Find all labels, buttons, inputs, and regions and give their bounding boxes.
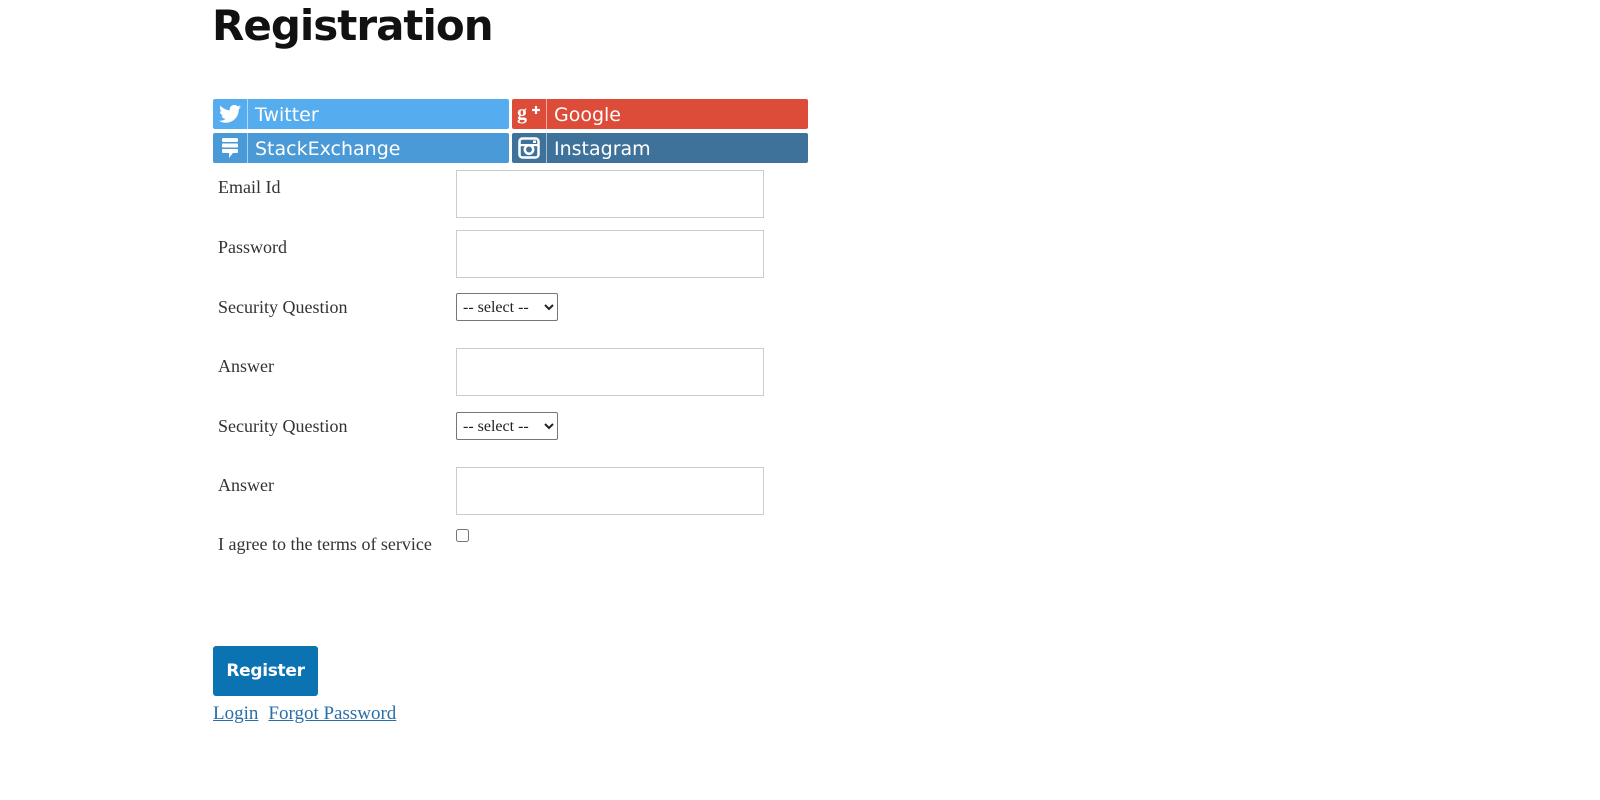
security-question-1-select[interactable]: -- select -- <box>456 293 558 321</box>
email-field[interactable] <box>456 170 764 218</box>
twitter-login-label: Twitter <box>255 104 319 126</box>
google-plus-icon: g <box>512 99 547 129</box>
security-question-2-select[interactable]: -- select -- <box>456 412 558 440</box>
stackexchange-icon <box>213 133 248 163</box>
stackexchange-login-button[interactable]: StackExchange <box>213 133 509 163</box>
terms-label: I agree to the terms of service <box>218 534 432 554</box>
answer-2-field[interactable] <box>456 467 764 515</box>
registration-page: Registration Twitter g Google StackExcha… <box>0 0 1600 800</box>
twitter-icon <box>213 99 248 129</box>
stackexchange-login-label: StackExchange <box>255 138 401 160</box>
google-login-label: Google <box>554 104 622 126</box>
password-label: Password <box>218 237 288 257</box>
security-question-2-label: Security Question <box>218 416 348 436</box>
register-button[interactable]: Register <box>213 646 318 696</box>
instagram-login-label: Instagram <box>554 138 651 160</box>
twitter-login-button[interactable]: Twitter <box>213 99 509 129</box>
instagram-login-button[interactable]: Instagram <box>512 133 808 163</box>
svg-text:g: g <box>517 103 527 124</box>
account-links: Login Forgot Password <box>213 702 396 726</box>
terms-checkbox[interactable] <box>456 529 469 542</box>
forgot-password-link[interactable]: Forgot Password <box>268 703 396 724</box>
page-title: Registration <box>212 1 494 50</box>
google-login-button[interactable]: g Google <box>512 99 808 129</box>
email-label: Email Id <box>218 177 281 197</box>
login-link[interactable]: Login <box>213 703 258 724</box>
instagram-icon <box>512 133 547 163</box>
answer-1-field[interactable] <box>456 348 764 396</box>
password-field[interactable] <box>456 230 764 278</box>
answer-1-label: Answer <box>218 356 274 376</box>
security-question-1-label: Security Question <box>218 297 348 317</box>
answer-2-label: Answer <box>218 475 274 495</box>
